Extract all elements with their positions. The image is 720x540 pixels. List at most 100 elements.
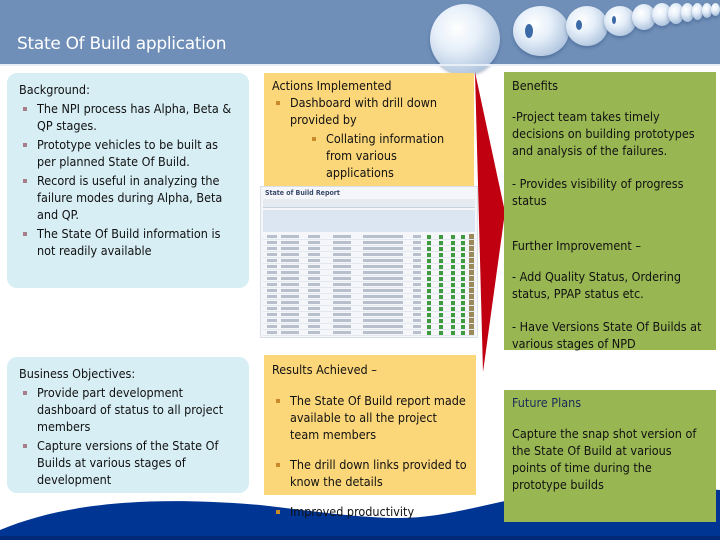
report-summary-table: [263, 210, 475, 232]
report-cell: [363, 313, 403, 316]
report-cell: [267, 259, 277, 262]
drilldown-icon: [469, 240, 474, 245]
status-check-icon: [427, 265, 431, 269]
status-check-icon: [461, 241, 465, 245]
status-check-icon: [461, 235, 465, 239]
sphere-decoration: [566, 6, 608, 46]
sphere-decoration: [604, 6, 636, 36]
header-banner: State Of Build application: [0, 0, 720, 74]
drilldown-icon: [469, 234, 474, 239]
drilldown-icon: [469, 312, 474, 317]
report-cell: [308, 313, 320, 316]
status-check-icon: [461, 271, 465, 275]
status-check-icon: [451, 331, 455, 335]
report-cell: [308, 283, 320, 286]
report-cell: [413, 253, 421, 256]
list-item: The State Of Build information is not re…: [19, 225, 237, 259]
results-achieved-panel: Results Achieved – The State Of Build re…: [264, 355, 476, 519]
report-cell: [281, 265, 299, 268]
status-check-icon: [427, 271, 431, 275]
status-check-icon: [427, 289, 431, 293]
report-cell: [308, 301, 320, 304]
report-cell: [333, 259, 351, 262]
status-check-icon: [451, 325, 455, 329]
status-check-icon: [461, 259, 465, 263]
report-cell: [363, 247, 403, 250]
report-cell: [281, 241, 299, 244]
sphere-decoration: [513, 6, 569, 56]
report-cell: [413, 271, 421, 274]
report-cell: [267, 331, 277, 334]
report-cell: [413, 241, 421, 244]
status-check-icon: [439, 271, 443, 275]
report-cell: [308, 259, 320, 262]
status-check-icon: [461, 307, 465, 311]
status-check-icon: [427, 259, 431, 263]
business-objectives-panel: Business Objectives: Provide part develo…: [7, 357, 249, 493]
actions-implemented-panel: Actions Implemented Dashboard with drill…: [264, 73, 474, 186]
status-check-icon: [461, 253, 465, 257]
status-check-icon: [451, 313, 455, 317]
status-check-icon: [427, 277, 431, 281]
status-check-icon: [461, 325, 465, 329]
status-check-icon: [451, 319, 455, 323]
status-check-icon: [439, 283, 443, 287]
background-panel: Background: The NPI process has Alpha, B…: [7, 73, 249, 288]
report-cell: [413, 259, 421, 262]
status-check-icon: [461, 331, 465, 335]
status-check-icon: [439, 295, 443, 299]
report-cell: [267, 301, 277, 304]
report-cell: [308, 325, 320, 328]
drilldown-icon: [469, 330, 474, 335]
status-check-icon: [439, 265, 443, 269]
status-check-icon: [461, 247, 465, 251]
status-check-icon: [461, 319, 465, 323]
further-improvement-heading: Further Improvement –: [512, 238, 641, 253]
report-cell: [333, 253, 351, 256]
report-cell: [267, 265, 277, 268]
report-cell: [267, 241, 277, 244]
status-check-icon: [451, 271, 455, 275]
status-check-icon: [427, 307, 431, 311]
status-check-icon: [451, 247, 455, 251]
improvement-point: - Have Versions State Of Builds at vario…: [512, 319, 702, 351]
status-check-icon: [451, 253, 455, 257]
report-cell: [281, 307, 299, 310]
report-cell: [333, 331, 351, 334]
report-cell: [267, 277, 277, 280]
list-item: Dashboard with drill down provided by: [272, 94, 466, 128]
report-cell: [413, 313, 421, 316]
report-cell: [333, 241, 351, 244]
report-cell: [333, 295, 351, 298]
status-check-icon: [439, 313, 443, 317]
drilldown-icon: [469, 276, 474, 281]
benefit-point: - Provides visibility of progress status: [512, 176, 684, 208]
actions-heading: Actions Implemented: [272, 78, 392, 93]
report-cell: [333, 325, 351, 328]
status-check-icon: [451, 307, 455, 311]
report-cell: [281, 271, 299, 274]
status-check-icon: [439, 307, 443, 311]
report-cell: [281, 253, 299, 256]
report-cell: [267, 295, 277, 298]
status-check-icon: [451, 265, 455, 269]
report-cell: [413, 319, 421, 322]
report-cell: [363, 259, 403, 262]
status-check-icon: [461, 277, 465, 281]
status-check-icon: [461, 295, 465, 299]
status-check-icon: [439, 319, 443, 323]
report-cell: [308, 235, 320, 238]
list-item: Record is useful in analyzing the failur…: [19, 172, 237, 223]
results-list: The State Of Build report made available…: [272, 392, 468, 520]
report-cell: [267, 271, 277, 274]
report-cell: [333, 319, 351, 322]
drilldown-icon: [469, 246, 474, 251]
report-cell: [413, 307, 421, 310]
report-cell: [267, 253, 277, 256]
drilldown-icon: [469, 318, 474, 323]
list-item: The State Of Build report made available…: [272, 392, 468, 443]
report-cell: [363, 271, 403, 274]
report-cell: [363, 235, 403, 238]
report-cell: [413, 247, 421, 250]
sphere-decoration: [711, 3, 720, 16]
